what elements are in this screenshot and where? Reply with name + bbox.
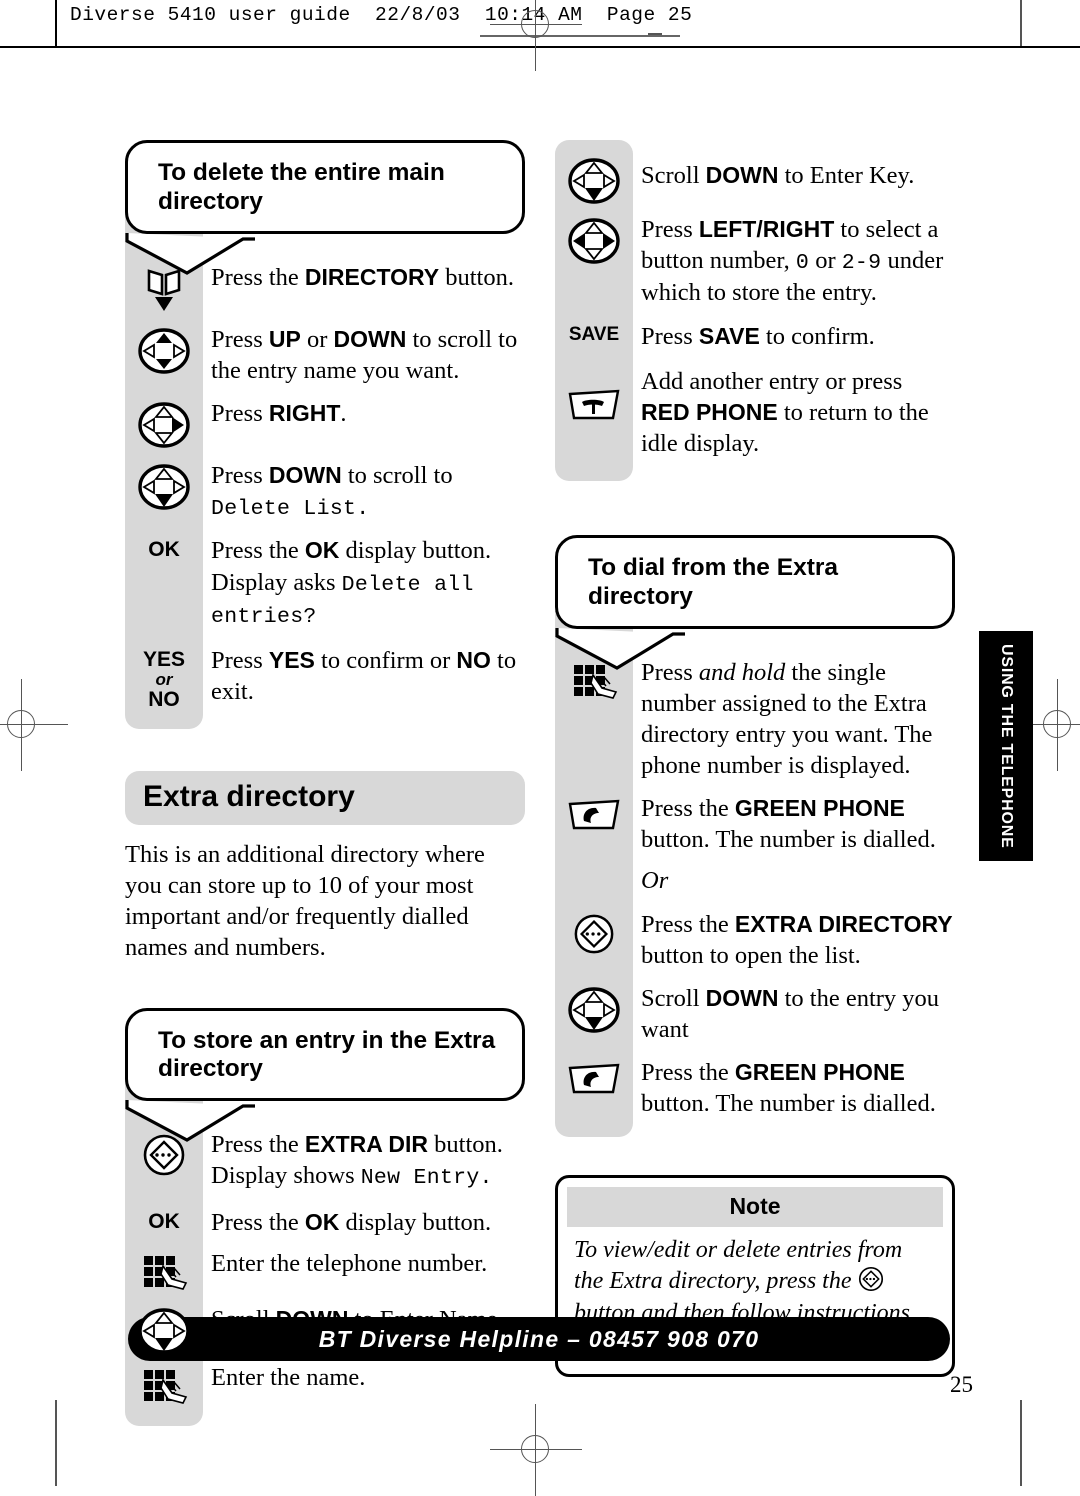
step-text: Press SAVE to confirm. — [641, 322, 875, 350]
callout-store-entry: To store an entry in the Extra directory — [125, 1007, 525, 1143]
callout-tail — [125, 232, 255, 275]
step-text: Press LEFT/RIGHT to select a button numb… — [641, 216, 944, 307]
step-row: Scroll DOWN to Enter Name. — [125, 1304, 525, 1354]
registration-mark-top — [490, 0, 582, 71]
step-row: SAVE Press SAVE to confirm. — [555, 321, 955, 352]
step-row: Scroll DOWN to the entry you want — [555, 983, 955, 1045]
step-text: Enter the telephone number. — [211, 1249, 488, 1277]
callout-dial-extra-directory: To dial from the Extra directory — [555, 534, 955, 670]
step-row: Press and hold the single number assigne… — [555, 657, 955, 781]
step-text: Scroll DOWN to Enter Key. — [641, 162, 915, 189]
step-text: Press YES to confirm or NO to exit. — [211, 647, 517, 706]
or-label-text: or — [155, 670, 173, 690]
step-text: Press the OK display button. — [211, 1208, 492, 1236]
page-number: 25 — [950, 1372, 973, 1397]
callout-title: To dial from the Extra directory — [555, 534, 955, 629]
slug-dash-mark — [648, 33, 662, 35]
red-phone-icon — [555, 366, 633, 422]
step-row: OK Press the OK display button. Display … — [125, 535, 525, 631]
save-label-text: SAVE — [568, 323, 620, 345]
navpad-down-icon — [555, 154, 633, 204]
steps-store-entry: Press the EXTRA DIR button. Display show… — [125, 1083, 525, 1426]
extra-dir-icon — [555, 909, 633, 955]
step-text: Press DOWN to scroll to Delete List. — [211, 462, 453, 522]
registration-mark-bottom — [490, 1404, 582, 1496]
crop-rule-right-vertical — [1020, 1400, 1022, 1486]
navpad-right-icon — [125, 398, 203, 448]
steps-delete-main-directory: Press the DIRECTORY button. Press UP or … — [125, 215, 525, 730]
section-side-tab: USING THE TELEPHONE — [979, 631, 1033, 861]
step-row: Press the GREEN PHONE button. The number… — [555, 793, 955, 855]
step-text: Or — [641, 867, 669, 895]
right-column: Scroll DOWN to Enter Key. Press LEFT/RIG… — [555, 140, 955, 1377]
step-text: Enter the name. — [211, 1363, 366, 1391]
ok-label-text: OK — [148, 1209, 180, 1233]
navpad-left-right-icon — [555, 214, 633, 264]
step-text: Press UP or DOWN to scroll to the entry … — [211, 325, 518, 384]
navpad-down-icon — [125, 460, 203, 510]
step-text: Press the GREEN PHONE button. The number… — [641, 795, 936, 854]
step-text: Press the EXTRA DIRECTORY button to open… — [641, 910, 953, 969]
keypad-icon — [125, 1248, 203, 1296]
step-row: Add another entry or press RED PHONE to … — [555, 366, 955, 481]
section-body-text: This is an additional directory where yo… — [125, 841, 485, 962]
keypad-icon — [125, 1362, 203, 1410]
registration-mark-left — [0, 679, 68, 771]
step-row: OK Press the OK display button. — [125, 1207, 525, 1238]
print-slug: Diverse 5410 user guide 22/8/03 10:14 AM… — [70, 4, 693, 26]
slug-reg-hline — [480, 35, 680, 37]
save-label: SAVE — [555, 321, 633, 345]
step-text: Add another entry or press RED PHONE to … — [641, 367, 929, 457]
section-heading-extra-directory: Extra directory — [125, 771, 525, 826]
step-row: YES or NO Press YES to confirm or NO to … — [125, 645, 525, 729]
green-phone-icon — [555, 793, 633, 833]
steps-store-entry-continued: Scroll DOWN to Enter Key. Press LEFT/RIG… — [555, 140, 955, 481]
step-text: Scroll DOWN to the entry you want — [641, 984, 940, 1043]
note-text-before: To view/edit or delete entries from the … — [574, 1237, 903, 1295]
no-label-text: NO — [148, 688, 180, 712]
callout-tail — [125, 1100, 255, 1143]
ok-label: OK — [125, 535, 203, 561]
callout-title: To delete the entire main directory — [125, 140, 525, 234]
step-row: Enter the name. — [125, 1362, 525, 1426]
callout-tail — [555, 627, 685, 670]
step-row: Press LEFT/RIGHT to select a button numb… — [555, 214, 955, 309]
callout-title: To store an entry in the Extra directory — [125, 1007, 525, 1102]
step-row: Scroll DOWN to Enter Key. — [555, 140, 955, 204]
step-text: Press RIGHT. — [211, 400, 347, 428]
navpad-down-icon — [555, 983, 633, 1033]
step-row: Press RIGHT. — [125, 398, 525, 448]
step-row-or: Or — [555, 865, 955, 896]
step-row: Press UP or DOWN to scroll to the entry … — [125, 324, 525, 386]
step-text: Press the OK display button. Display ask… — [211, 537, 492, 629]
navpad-down-icon — [125, 1304, 203, 1354]
callout-delete-main-directory: To delete the entire main directory — [125, 140, 525, 275]
step-text: Press and hold the single number assigne… — [641, 658, 933, 780]
step-row: Enter the telephone number. — [125, 1248, 525, 1296]
ok-label: OK — [125, 1207, 203, 1233]
left-column: To delete the entire main directory Pres… — [125, 140, 525, 1426]
crop-rule-left-top — [1020, 0, 1022, 46]
slug-divider-rule — [55, 0, 57, 46]
crop-rule-left-vertical — [55, 1400, 57, 1486]
note-title: Note — [567, 1187, 943, 1228]
step-row: Press DOWN to scroll to Delete List. — [125, 460, 525, 523]
navpad-up-down-icon — [125, 324, 203, 374]
step-row: Press the EXTRA DIRECTORY button to open… — [555, 909, 955, 971]
extra-dir-icon — [858, 1266, 884, 1292]
ok-label-text: OK — [148, 538, 180, 562]
yes-label-text: YES — [142, 648, 186, 672]
yes-no-label: YES or NO — [125, 645, 203, 711]
green-phone-icon — [555, 1057, 633, 1097]
registration-mark-right — [1012, 679, 1080, 771]
step-row: Press the GREEN PHONE button. The number… — [555, 1057, 955, 1137]
step-text: Scroll DOWN to Enter Name. — [211, 1305, 504, 1333]
steps-dial-extra-directory: Press and hold the single number assigne… — [555, 610, 955, 1138]
side-tab-label: USING THE TELEPHONE — [998, 643, 1015, 849]
step-text: Press the GREEN PHONE button. The number… — [641, 1058, 936, 1118]
